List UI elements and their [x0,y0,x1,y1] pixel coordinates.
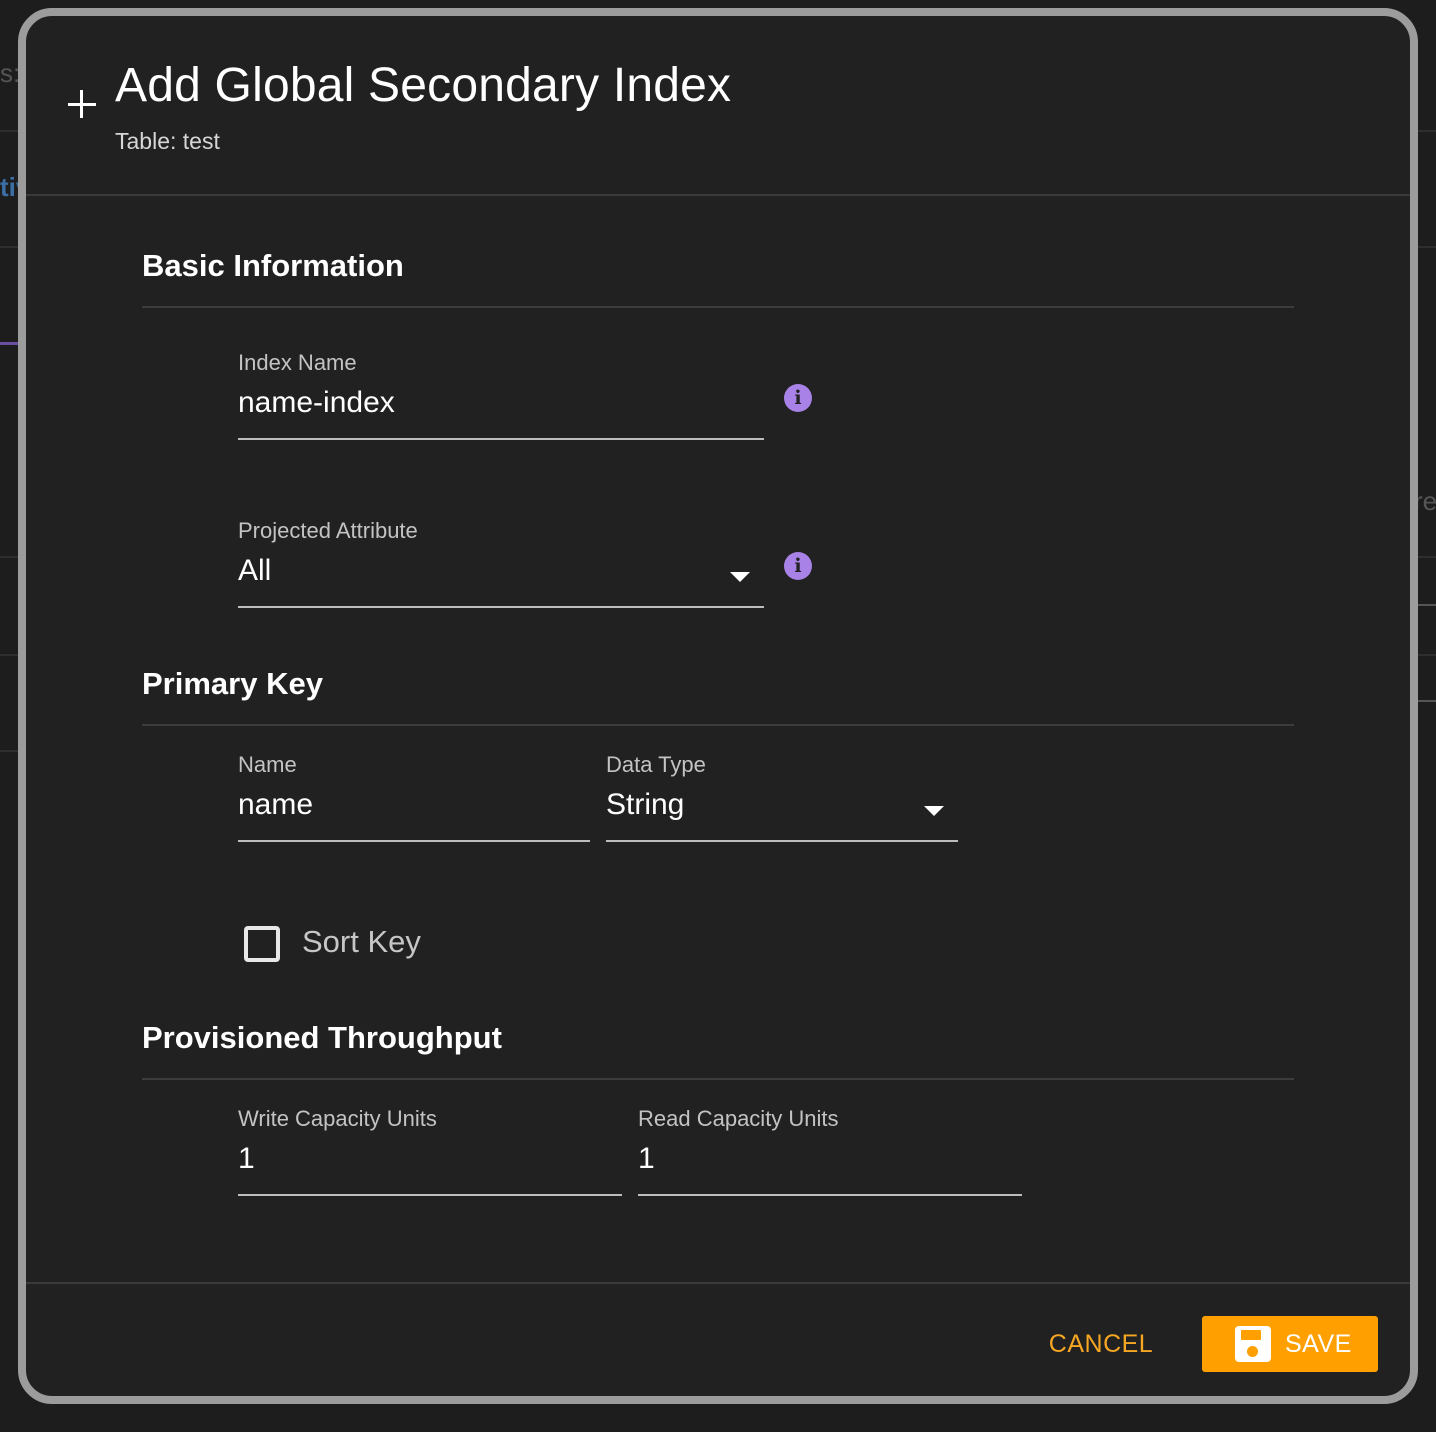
save-button-label: SAVE [1285,1329,1352,1358]
save-button[interactable]: SAVE [1202,1316,1378,1372]
section-title-provisioned-throughput: Provisioned Throughput [142,1020,502,1055]
field-underline [238,840,590,842]
index-name-label: Index Name [238,350,357,375]
sort-key-checkbox[interactable] [244,926,280,962]
bg-divider [0,750,20,752]
read-capacity-label: Read Capacity Units [638,1106,839,1131]
field-underline [238,438,764,440]
write-capacity-field[interactable]: Write Capacity Units 1 [238,1106,622,1196]
field-underline [238,1194,622,1196]
chevron-down-icon[interactable] [730,572,750,582]
info-icon[interactable]: i [784,552,812,580]
bg-divider [1416,246,1436,248]
sort-key-label[interactable]: Sort Key [302,924,421,960]
dialog-subtitle: Table: test [115,128,220,154]
bg-accent-bar [0,342,20,345]
write-capacity-label: Write Capacity Units [238,1106,437,1131]
dialog-header: Add Global Secondary Index Table: test [26,16,1410,196]
data-type-value: String [606,788,685,821]
field-underline [638,1194,1022,1196]
section-divider [142,1078,1294,1080]
data-type-select[interactable]: Data Type String [606,752,958,842]
index-name-input[interactable]: name-index [238,386,395,420]
field-underline [606,840,958,842]
bg-divider [0,556,20,558]
write-capacity-input[interactable]: 1 [238,1142,255,1176]
data-type-label: Data Type [606,752,706,777]
section-divider [142,306,1294,308]
footer-divider [26,1282,1410,1284]
section-title-basic-information: Basic Information [142,248,404,283]
section-divider [142,724,1294,726]
bg-divider [1416,556,1436,558]
add-gsi-dialog: Add Global Secondary Index Table: test B… [18,8,1418,1404]
projected-attribute-select[interactable]: Projected Attribute All [238,518,764,608]
plus-icon [66,88,98,120]
dialog-title: Add Global Secondary Index [115,59,732,112]
bg-divider [1416,700,1436,702]
bg-divider [1416,604,1436,606]
projected-attribute-value: All [238,554,272,587]
save-icon [1235,1326,1271,1362]
section-title-primary-key: Primary Key [142,666,323,701]
bg-divider [1416,654,1436,656]
bg-divider [1416,130,1436,132]
bg-divider [0,654,20,656]
field-underline [238,606,764,608]
chevron-down-icon[interactable] [924,806,944,816]
primary-key-name-field[interactable]: Name name [238,752,590,842]
bg-divider [0,246,20,248]
read-capacity-field[interactable]: Read Capacity Units 1 [638,1106,1022,1196]
info-icon[interactable]: i [784,384,812,412]
read-capacity-input[interactable]: 1 [638,1142,655,1176]
index-name-field[interactable]: Index Name name-index [238,350,764,440]
bg-divider [0,130,20,132]
primary-key-name-label: Name [238,752,297,777]
cancel-button[interactable]: CANCEL [1031,1316,1171,1372]
primary-key-name-input[interactable]: name [238,788,313,822]
projected-attribute-label: Projected Attribute [238,518,418,543]
